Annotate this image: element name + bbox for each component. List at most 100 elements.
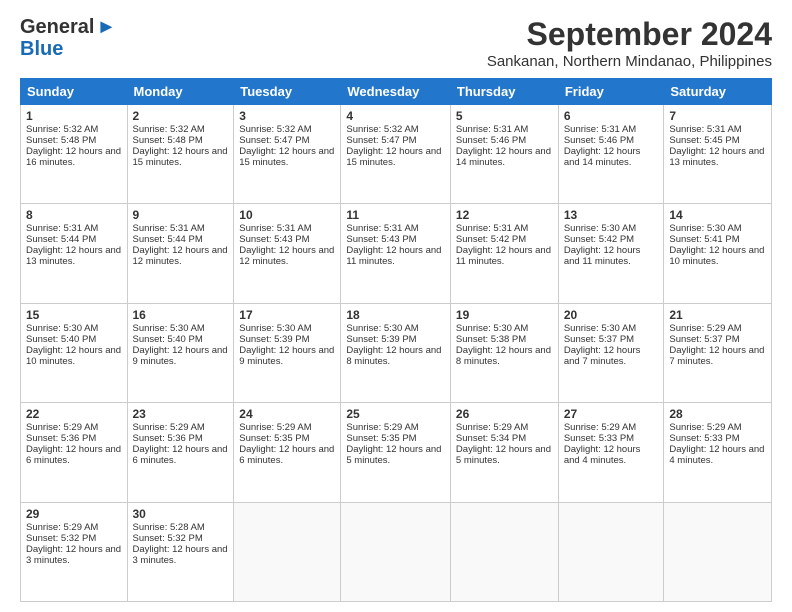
calendar-cell: 7 Sunrise: 5:31 AM Sunset: 5:45 PM Dayli… [664,105,772,204]
sunrise-text: Sunrise: 5:31 AM [669,124,741,135]
day-number: 4 [346,109,445,123]
day-number: 24 [239,407,335,421]
daylight-text: Daylight: 12 hours and 3 minutes. [133,544,228,566]
sunrise-text: Sunrise: 5:30 AM [669,223,741,234]
logo: General ► Blue [20,16,116,59]
sunrise-text: Sunrise: 5:29 AM [26,422,98,433]
sunrise-text: Sunrise: 5:32 AM [133,124,205,135]
sunset-text: Sunset: 5:38 PM [456,334,526,345]
col-thursday: Thursday [450,79,558,105]
sunset-text: Sunset: 5:39 PM [346,334,416,345]
sunrise-text: Sunrise: 5:29 AM [456,422,528,433]
sunset-text: Sunset: 5:36 PM [26,433,96,444]
day-number: 8 [26,208,122,222]
calendar-cell: 10 Sunrise: 5:31 AM Sunset: 5:43 PM Dayl… [234,204,341,303]
daylight-text: Daylight: 12 hours and 12 minutes. [133,245,228,267]
daylight-text: Daylight: 12 hours and 5 minutes. [346,444,441,466]
daylight-text: Daylight: 12 hours and 4 minutes. [564,444,641,466]
day-number: 19 [456,308,553,322]
col-tuesday: Tuesday [234,79,341,105]
daylight-text: Daylight: 12 hours and 8 minutes. [346,345,441,367]
day-number: 9 [133,208,229,222]
day-number: 18 [346,308,445,322]
daylight-text: Daylight: 12 hours and 8 minutes. [456,345,551,367]
sunrise-text: Sunrise: 5:31 AM [564,124,636,135]
day-number: 12 [456,208,553,222]
title-area: September 2024 Sankanan, Northern Mindan… [487,16,772,70]
sunset-text: Sunset: 5:40 PM [133,334,203,345]
day-number: 27 [564,407,659,421]
day-number: 7 [669,109,766,123]
calendar-cell [450,502,558,601]
day-number: 30 [133,507,229,521]
sunrise-text: Sunrise: 5:31 AM [456,124,528,135]
day-number: 3 [239,109,335,123]
sunset-text: Sunset: 5:32 PM [133,533,203,544]
logo-blue: Blue [20,39,63,59]
day-number: 21 [669,308,766,322]
calendar-cell: 6 Sunrise: 5:31 AM Sunset: 5:46 PM Dayli… [558,105,664,204]
sunset-text: Sunset: 5:44 PM [26,234,96,245]
daylight-text: Daylight: 12 hours and 7 minutes. [564,345,641,367]
day-number: 6 [564,109,659,123]
daylight-text: Daylight: 12 hours and 15 minutes. [133,146,228,168]
calendar-cell: 25 Sunrise: 5:29 AM Sunset: 5:35 PM Dayl… [341,403,451,502]
sunset-text: Sunset: 5:33 PM [669,433,739,444]
sunset-text: Sunset: 5:37 PM [669,334,739,345]
sunset-text: Sunset: 5:48 PM [133,135,203,146]
daylight-text: Daylight: 12 hours and 13 minutes. [26,245,121,267]
calendar-cell: 2 Sunrise: 5:32 AM Sunset: 5:48 PM Dayli… [127,105,234,204]
daylight-text: Daylight: 12 hours and 6 minutes. [239,444,334,466]
daylight-text: Daylight: 12 hours and 10 minutes. [669,245,764,267]
daylight-text: Daylight: 12 hours and 13 minutes. [669,146,764,168]
calendar-cell: 28 Sunrise: 5:29 AM Sunset: 5:33 PM Dayl… [664,403,772,502]
calendar-cell: 19 Sunrise: 5:30 AM Sunset: 5:38 PM Dayl… [450,303,558,402]
daylight-text: Daylight: 12 hours and 15 minutes. [239,146,334,168]
logo-general: General [20,16,94,39]
daylight-text: Daylight: 12 hours and 4 minutes. [669,444,764,466]
sunrise-text: Sunrise: 5:31 AM [133,223,205,234]
day-number: 10 [239,208,335,222]
sunset-text: Sunset: 5:43 PM [239,234,309,245]
sunset-text: Sunset: 5:33 PM [564,433,634,444]
daylight-text: Daylight: 12 hours and 6 minutes. [26,444,121,466]
calendar-cell: 14 Sunrise: 5:30 AM Sunset: 5:41 PM Dayl… [664,204,772,303]
daylight-text: Daylight: 12 hours and 9 minutes. [239,345,334,367]
calendar-week-row: 1 Sunrise: 5:32 AM Sunset: 5:48 PM Dayli… [21,105,772,204]
calendar-cell: 5 Sunrise: 5:31 AM Sunset: 5:46 PM Dayli… [450,105,558,204]
sunset-text: Sunset: 5:36 PM [133,433,203,444]
daylight-text: Daylight: 12 hours and 12 minutes. [239,245,334,267]
calendar-cell: 8 Sunrise: 5:31 AM Sunset: 5:44 PM Dayli… [21,204,128,303]
calendar-cell: 9 Sunrise: 5:31 AM Sunset: 5:44 PM Dayli… [127,204,234,303]
calendar-cell: 24 Sunrise: 5:29 AM Sunset: 5:35 PM Dayl… [234,403,341,502]
calendar-cell: 12 Sunrise: 5:31 AM Sunset: 5:42 PM Dayl… [450,204,558,303]
sunrise-text: Sunrise: 5:29 AM [239,422,311,433]
calendar-cell [558,502,664,601]
sunset-text: Sunset: 5:42 PM [456,234,526,245]
sunset-text: Sunset: 5:46 PM [564,135,634,146]
sunset-text: Sunset: 5:48 PM [26,135,96,146]
daylight-text: Daylight: 12 hours and 3 minutes. [26,544,121,566]
sunrise-text: Sunrise: 5:32 AM [346,124,418,135]
day-number: 2 [133,109,229,123]
sunset-text: Sunset: 5:47 PM [346,135,416,146]
sunrise-text: Sunrise: 5:30 AM [346,323,418,334]
calendar-cell: 4 Sunrise: 5:32 AM Sunset: 5:47 PM Dayli… [341,105,451,204]
day-number: 25 [346,407,445,421]
daylight-text: Daylight: 12 hours and 14 minutes. [456,146,551,168]
page-header: General ► Blue September 2024 Sankanan, … [20,16,772,70]
sunrise-text: Sunrise: 5:30 AM [26,323,98,334]
calendar-cell: 21 Sunrise: 5:29 AM Sunset: 5:37 PM Dayl… [664,303,772,402]
daylight-text: Daylight: 12 hours and 7 minutes. [669,345,764,367]
sunrise-text: Sunrise: 5:30 AM [456,323,528,334]
day-number: 11 [346,208,445,222]
sunset-text: Sunset: 5:34 PM [456,433,526,444]
sunset-text: Sunset: 5:35 PM [239,433,309,444]
daylight-text: Daylight: 12 hours and 9 minutes. [133,345,228,367]
sunrise-text: Sunrise: 5:29 AM [133,422,205,433]
calendar-cell: 16 Sunrise: 5:30 AM Sunset: 5:40 PM Dayl… [127,303,234,402]
calendar-cell: 15 Sunrise: 5:30 AM Sunset: 5:40 PM Dayl… [21,303,128,402]
daylight-text: Daylight: 12 hours and 10 minutes. [26,345,121,367]
sunrise-text: Sunrise: 5:30 AM [239,323,311,334]
month-title: September 2024 [487,16,772,53]
